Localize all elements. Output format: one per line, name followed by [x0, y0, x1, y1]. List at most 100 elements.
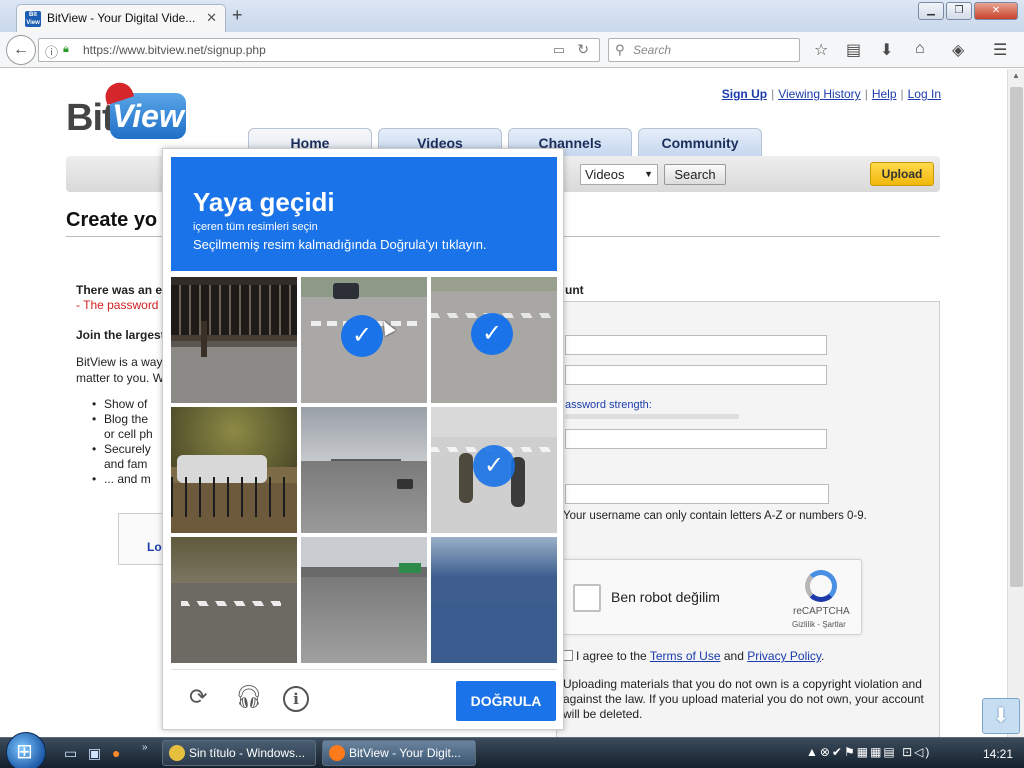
browser-tab[interactable]: Bit View BitView - Your Digital Vide... …: [16, 4, 226, 32]
selected-check-icon: ✓: [341, 315, 383, 357]
terms-of-use-link[interactable]: Terms of Use: [650, 649, 721, 663]
minimize-button[interactable]: ▁: [918, 2, 944, 20]
password-strength-meter: [565, 414, 739, 419]
recaptcha-widget: Ben robot değilim reCAPTCHA Gizlilik - Ş…: [562, 559, 862, 635]
bitview-logo[interactable]: Bit View: [66, 79, 188, 145]
reading-list-icon[interactable]: ▤: [846, 40, 861, 60]
tab-title: BitView - Your Digital Vide...: [47, 11, 196, 25]
account-heading: unt: [565, 283, 584, 297]
reload-icon[interactable]: ⟳: [189, 684, 207, 710]
viewing-history-link[interactable]: Viewing History: [778, 87, 860, 101]
clock: 14:21: [983, 747, 1014, 761]
list-item: and fam: [104, 457, 148, 471]
close-window-button[interactable]: ✕: [974, 2, 1018, 20]
close-tab-icon[interactable]: ✕: [206, 10, 217, 26]
help-link[interactable]: Help: [872, 87, 897, 101]
scrollbar-thumb[interactable]: [1010, 87, 1023, 587]
search-placeholder: Search: [633, 43, 672, 57]
confirm-password-field[interactable]: [565, 429, 827, 449]
upload-button[interactable]: Upload: [870, 162, 934, 186]
signup-link[interactable]: Sign Up: [722, 87, 767, 101]
browser-nav-bar: ← ⓘ 🔒︎ https://www.bitview.net/signup.ph…: [0, 32, 1024, 68]
challenge-title: Yaya geçidi: [193, 187, 335, 217]
headphones-icon[interactable]: 🎧︎: [235, 684, 263, 710]
challenge-footer: ⟳ 🎧︎ i DOĞRULA: [171, 669, 557, 725]
browser-tab-bar: Bit View BitView - Your Digital Vide... …: [0, 0, 1024, 32]
list-item: Blog the: [92, 412, 153, 427]
terms-row: I agree to the Terms of Use and Privacy …: [562, 649, 824, 663]
pocket-icon[interactable]: ◈: [952, 40, 964, 60]
recaptcha-label: Ben robot değilim: [611, 589, 720, 605]
home-icon[interactable]: ⌂: [915, 40, 925, 58]
recaptcha-privacy-terms[interactable]: Gizlilik - Şartlar: [792, 620, 846, 629]
menu-icon[interactable]: ☰: [993, 40, 1007, 60]
email-field[interactable]: [565, 484, 829, 504]
challenge-tile-7[interactable]: [171, 537, 297, 663]
explorer-icon[interactable]: ▣: [88, 745, 101, 762]
challenge-tile-2[interactable]: ✓: [301, 277, 427, 403]
paint-icon: [169, 745, 185, 761]
intro-line-2: matter to you. W: [76, 371, 165, 385]
challenge-tile-8[interactable]: [301, 537, 427, 663]
scroll-up-icon[interactable]: ▲: [1012, 71, 1020, 80]
search-type-select[interactable]: Videos ▼: [580, 164, 658, 185]
system-tray-icons[interactable]: ▲⊗✔⚑▦▦▤ ⊡◁): [806, 745, 931, 759]
info-icon[interactable]: ⓘ: [45, 42, 58, 61]
url-bar[interactable]: ⓘ 🔒︎ https://www.bitview.net/signup.php …: [38, 38, 600, 62]
chevron-down-icon: ▼: [644, 169, 653, 179]
terms-prefix: I agree to the: [576, 649, 647, 663]
top-links: Sign Up | Viewing History | Help | Log In: [721, 87, 941, 101]
windows-taskbar: ▭ ▣ ● » Sin título - Windows... BitView …: [0, 732, 1024, 768]
downloads-icon[interactable]: ⬇: [880, 40, 893, 60]
taskbar-button-firefox[interactable]: BitView - Your Digit...: [322, 740, 476, 766]
verify-button[interactable]: DOĞRULA: [456, 681, 556, 721]
reload-icon[interactable]: ↻: [577, 41, 589, 58]
challenge-image-grid: ✓ ✓ ✓: [171, 277, 557, 663]
login-link[interactable]: Log In: [908, 87, 941, 101]
intro-line-1: BitView is a way: [76, 355, 163, 369]
challenge-tile-6[interactable]: ✓: [431, 407, 557, 533]
browser-search-bar[interactable]: ⚲ Search: [608, 38, 800, 62]
info-icon[interactable]: i: [283, 686, 309, 712]
firefox-icon[interactable]: ●: [112, 745, 120, 761]
start-button[interactable]: [6, 732, 46, 768]
selected-check-icon: ✓: [473, 445, 515, 487]
privacy-policy-link[interactable]: Privacy Policy: [747, 649, 821, 663]
list-item: or cell ph: [104, 427, 153, 441]
page-scrollbar[interactable]: ▲: [1007, 69, 1024, 737]
selected-check-icon: ✓: [471, 313, 513, 355]
recaptcha-brand: reCAPTCHA: [793, 606, 850, 617]
reader-view-icon[interactable]: ▭: [553, 42, 565, 58]
password-field[interactable]: [565, 365, 827, 385]
challenge-tile-5[interactable]: [301, 407, 427, 533]
recaptcha-challenge: Yaya geçidi içeren tüm resimleri seçin S…: [162, 148, 564, 730]
upload-note: Uploading materials that you do not own …: [563, 677, 924, 721]
username-field[interactable]: [565, 335, 827, 355]
back-button[interactable]: ←: [6, 35, 36, 65]
challenge-tile-1[interactable]: [171, 277, 297, 403]
challenge-tile-3[interactable]: ✓: [431, 277, 557, 403]
download-notification-icon[interactable]: ⬇: [982, 698, 1020, 734]
tab-community[interactable]: Community: [638, 128, 762, 158]
bitview-favicon-icon: Bit View: [25, 11, 41, 27]
list-item: Securely: [92, 442, 153, 457]
challenge-header: Yaya geçidi içeren tüm resimleri seçin S…: [171, 157, 557, 271]
challenge-tile-9[interactable]: [431, 537, 557, 663]
taskbar-button-paint[interactable]: Sin título - Windows...: [162, 740, 316, 766]
recaptcha-checkbox[interactable]: [573, 584, 601, 612]
url-text[interactable]: https://www.bitview.net/signup.php: [83, 43, 266, 57]
terms-and: and: [723, 649, 744, 663]
join-heading: Join the largest: [76, 328, 165, 342]
lock-icon: 🔒︎: [63, 43, 69, 55]
more-icon[interactable]: »: [142, 742, 148, 753]
show-desktop-icon[interactable]: ▭: [64, 745, 77, 762]
feature-list: Show of Blog the or cell ph Securely and…: [92, 397, 153, 487]
bookmark-star-icon[interactable]: ☆: [814, 40, 828, 60]
password-strength-label: assword strength:: [565, 399, 652, 411]
challenge-tile-4[interactable]: [171, 407, 297, 533]
site-search-button[interactable]: Search: [664, 164, 726, 185]
new-tab-button[interactable]: +: [232, 5, 243, 26]
list-item: Show of: [92, 397, 153, 412]
maximize-button[interactable]: ❐: [946, 2, 972, 20]
username-note: Your username can only contain letters A…: [563, 510, 867, 522]
